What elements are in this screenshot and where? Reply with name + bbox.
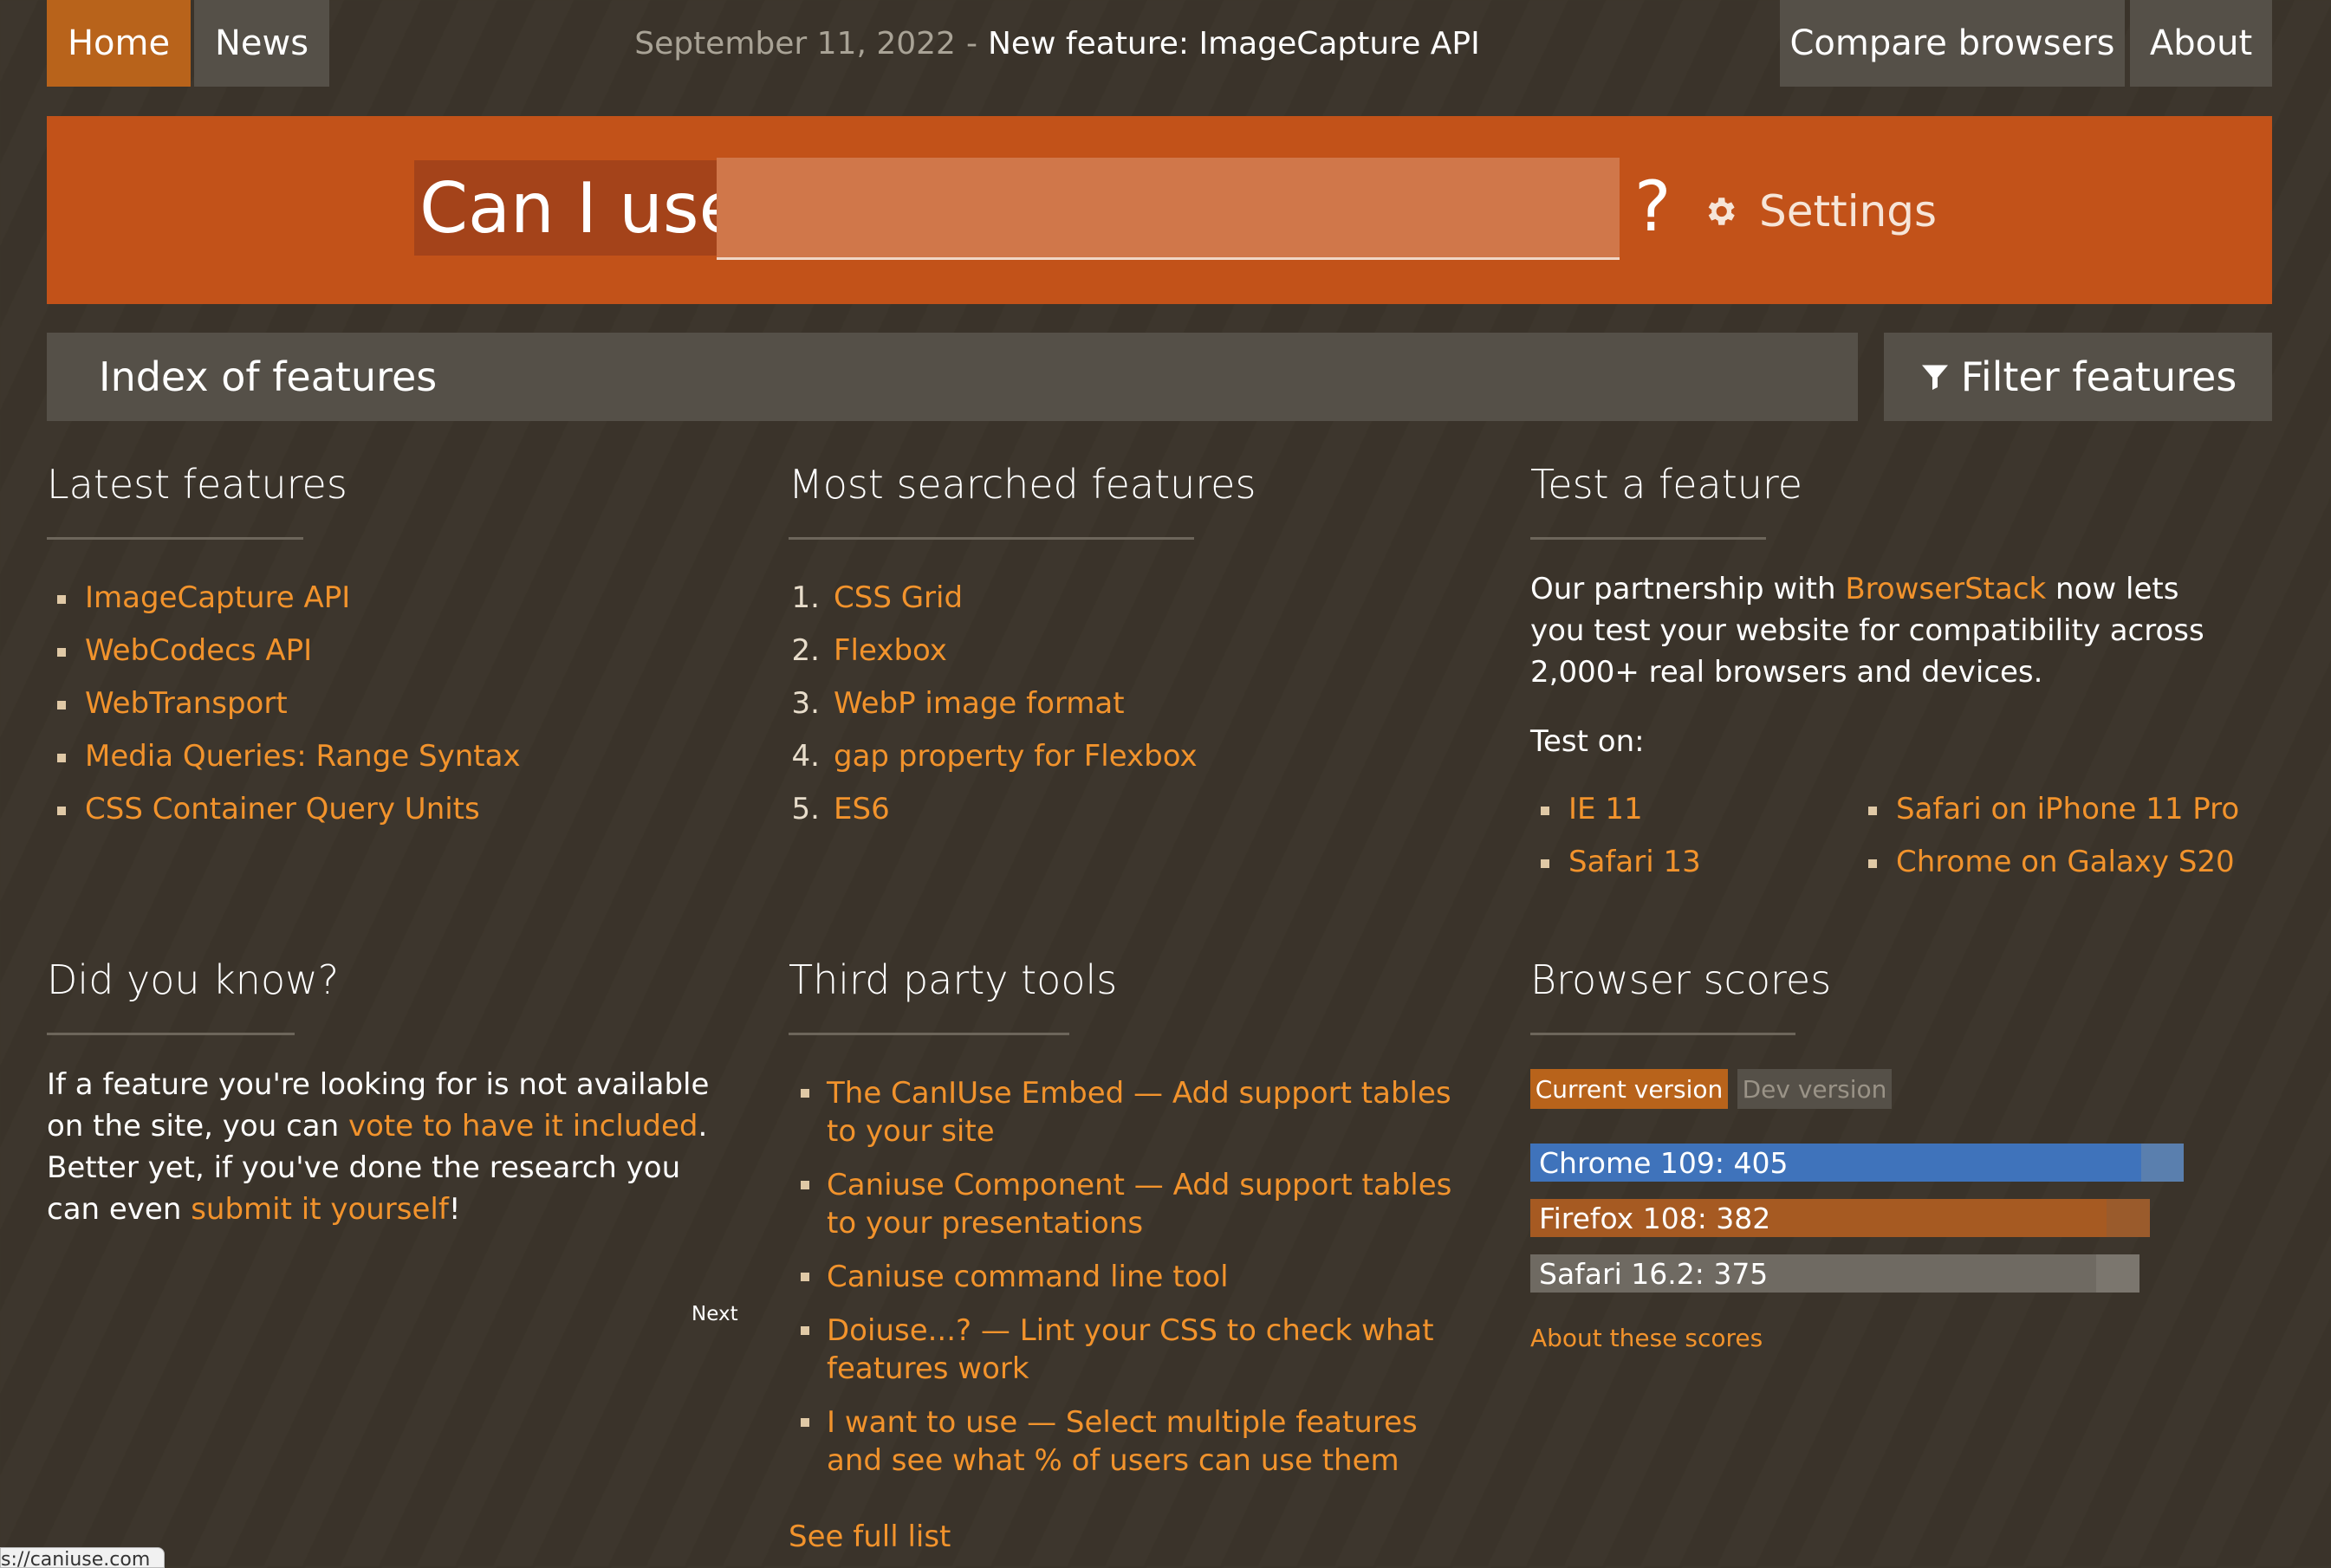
nav-about[interactable]: About <box>2130 0 2272 87</box>
index-of-features-link[interactable]: Index of features <box>47 333 1858 421</box>
vote-link[interactable]: vote to have it included <box>348 1109 698 1144</box>
filter-icon <box>1921 365 1948 390</box>
tool-link[interactable]: I want to use — Select multiple features… <box>827 1405 1418 1478</box>
list-item: Caniuse Component — Add support tables t… <box>789 1166 1482 1242</box>
search-hero: Can I use ? Settings <box>47 116 2272 304</box>
list-item: Doiuse...? — Lint your CSS to check what… <box>789 1312 1482 1388</box>
most-searched-divider <box>789 537 1194 540</box>
most-searched-link[interactable]: WebP image format <box>834 677 1125 730</box>
news-date: September 11, 2022 <box>634 25 956 62</box>
test-feature-description: Our partnership with BrowserStack now le… <box>1530 568 2241 693</box>
nav-news[interactable]: News <box>194 0 329 87</box>
most-searched-title: Most searched features <box>789 461 1256 508</box>
settings-label: Settings <box>1759 186 1938 236</box>
list-item: Chrome on Galaxy S20 <box>1858 836 2239 889</box>
test-browser-link[interactable]: Safari on iPhone 11 Pro <box>1896 792 2239 826</box>
filter-features-label: Filter features <box>1960 353 2237 400</box>
filter-features-button[interactable]: Filter features <box>1884 333 2272 421</box>
rank-number: 4. <box>791 739 820 774</box>
tab-dev-version[interactable]: Dev version <box>1737 1069 1892 1109</box>
latest-feature-link[interactable]: Media Queries: Range Syntax <box>85 739 521 774</box>
latest-features-list: ImageCapture API WebCodecs API WebTransp… <box>47 572 521 836</box>
did-you-know-divider <box>47 1033 295 1035</box>
news-separator: - <box>965 25 977 62</box>
list-item: Safari on iPhone 11 Pro <box>1858 783 2239 836</box>
most-searched-list: 1. CSS Grid 2. Flexbox 3. WebP image format… <box>776 572 1198 836</box>
most-searched-link[interactable]: Flexbox <box>834 625 947 677</box>
did-you-know-text: If a feature you're looking for is not a… <box>47 1064 740 1230</box>
gear-icon <box>1708 198 1735 225</box>
hero-label: Can I use <box>414 160 747 256</box>
search-input[interactable] <box>717 158 1620 260</box>
latest-feature-link[interactable]: ImageCapture API <box>85 580 350 615</box>
nav-compare-browsers[interactable]: Compare browsers <box>1780 0 2125 87</box>
nav-home[interactable]: Home <box>47 0 191 87</box>
about-scores-link[interactable]: About these scores <box>1530 1324 1763 1352</box>
third-party-tools-title: Third party tools <box>789 956 1118 1003</box>
list-item: Media Queries: Range Syntax <box>47 730 521 783</box>
test-on-list-left: IE 11 Safari 13 <box>1530 783 1701 889</box>
list-item: I want to use — Select multiple features… <box>789 1403 1482 1480</box>
tool-link[interactable]: Caniuse Component — Add support tables t… <box>827 1168 1451 1241</box>
latest-feature-link[interactable]: CSS Container Query Units <box>85 792 480 826</box>
news-ticker: September 11, 2022 - New feature: ImageC… <box>347 0 1768 87</box>
third-party-tools-list: The CanIUse Embed — Add support tables t… <box>789 1074 1482 1495</box>
rank-number: 5. <box>791 792 820 826</box>
latest-feature-link[interactable]: WebTransport <box>85 686 288 721</box>
tool-link[interactable]: Doiuse...? — Lint your CSS to check what… <box>827 1313 1434 1386</box>
latest-feature-link[interactable]: WebCodecs API <box>85 633 312 668</box>
list-item: 5. ES6 <box>776 783 1198 836</box>
list-item: 1. CSS Grid <box>776 572 1198 625</box>
next-button[interactable]: Next <box>692 1303 738 1325</box>
tab-current-version[interactable]: Current version <box>1530 1069 1728 1109</box>
list-item: Safari 13 <box>1530 836 1701 889</box>
rank-number: 1. <box>791 580 820 615</box>
rank-number: 2. <box>791 633 820 668</box>
most-searched-link[interactable]: gap property for Flexbox <box>834 730 1198 783</box>
test-on-list-right: Safari on iPhone 11 Pro Chrome on Galaxy… <box>1858 783 2239 889</box>
test-feature-divider <box>1530 537 1766 540</box>
browserstack-link[interactable]: BrowserStack <box>1845 572 2046 606</box>
list-item: 4. gap property for Flexbox <box>776 730 1198 783</box>
hero-question-mark: ? <box>1634 166 1672 247</box>
test-feature-title: Test a feature <box>1530 461 1803 508</box>
test-feature-text-1: Our partnership with <box>1530 572 1846 606</box>
list-item: CSS Container Query Units <box>47 783 521 836</box>
most-searched-link[interactable]: ES6 <box>834 783 890 836</box>
test-on-label: Test on: <box>1530 724 1645 759</box>
news-headline-link[interactable]: New feature: ImageCapture API <box>988 26 1480 62</box>
did-you-know-title: Did you know? <box>47 956 340 1003</box>
score-label: Chrome 109: 405 <box>1539 1145 1789 1180</box>
score-label: Firefox 108: 382 <box>1539 1201 1771 1235</box>
score-label: Safari 16.2: 375 <box>1539 1256 1769 1291</box>
list-item: 2. Flexbox <box>776 625 1198 677</box>
tool-link[interactable]: Caniuse command line tool <box>827 1260 1229 1294</box>
latest-features-title: Latest features <box>47 461 347 508</box>
settings-button[interactable]: Settings <box>1702 177 1937 246</box>
index-of-features-label: Index of features <box>99 353 438 400</box>
did-you-know-text-3: ! <box>448 1192 461 1227</box>
test-browser-link[interactable]: IE 11 <box>1568 792 1643 826</box>
list-item: The CanIUse Embed — Add support tables t… <box>789 1074 1482 1150</box>
see-full-list-link[interactable]: See full list <box>789 1519 951 1554</box>
most-searched-link[interactable]: CSS Grid <box>834 572 963 625</box>
list-item: 3. WebP image format <box>776 677 1198 730</box>
list-item: IE 11 <box>1530 783 1701 836</box>
submit-link[interactable]: submit it yourself <box>191 1192 449 1227</box>
list-item: WebTransport <box>47 677 521 730</box>
status-bar-url: s://caniuse.com <box>0 1547 165 1568</box>
list-item: Caniuse command line tool <box>789 1258 1482 1296</box>
list-item: WebCodecs API <box>47 625 521 677</box>
rank-number: 3. <box>791 686 820 721</box>
browser-scores-title: Browser scores <box>1530 956 1832 1003</box>
browser-scores-divider <box>1530 1033 1795 1035</box>
test-browser-link[interactable]: Chrome on Galaxy S20 <box>1896 845 2235 879</box>
third-party-tools-divider <box>789 1033 1069 1035</box>
latest-features-divider <box>47 537 303 540</box>
test-browser-link[interactable]: Safari 13 <box>1568 845 1701 879</box>
tool-link[interactable]: The CanIUse Embed — Add support tables t… <box>827 1076 1451 1149</box>
list-item: ImageCapture API <box>47 572 521 625</box>
